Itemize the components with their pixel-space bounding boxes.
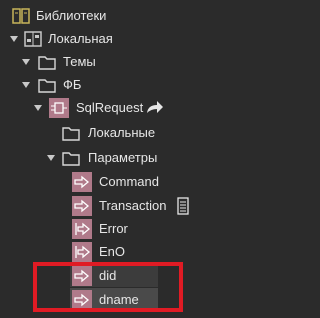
- input-param-icon: [72, 266, 92, 286]
- library-tree: Библиотеки Локальная Темы ФБ SqlRequest …: [0, 0, 274, 318]
- tree-node-label: dname: [99, 292, 139, 307]
- folder-icon: [38, 76, 56, 94]
- tree-node-params[interactable]: Параметры: [0, 146, 274, 169]
- tree-node-label: Локальная: [48, 31, 113, 46]
- input-param-icon: [72, 196, 92, 216]
- tree-node-library[interactable]: Библиотеки: [0, 4, 274, 27]
- tree-node-label: ФБ: [63, 77, 82, 92]
- function-block-icon: [49, 98, 69, 118]
- tree-node-label: Библиотеки: [36, 8, 107, 23]
- tree-node-fb[interactable]: ФБ: [0, 73, 274, 96]
- folder-icon: [62, 149, 80, 167]
- local-library-icon: [24, 30, 42, 48]
- tree-node-label: Параметры: [88, 150, 158, 165]
- expand-arrow-icon[interactable]: [47, 155, 55, 161]
- tree-node-label: Error: [99, 221, 128, 236]
- tree-node-label: Темы: [63, 54, 96, 69]
- library-icon: [12, 7, 30, 25]
- tree-node-sqlrequest[interactable]: SqlRequest: [0, 96, 274, 119]
- tree-node-param[interactable]: Error: [0, 217, 274, 240]
- tree-node-label: SqlRequest: [76, 100, 144, 115]
- expand-arrow-icon[interactable]: [34, 105, 42, 111]
- folder-icon: [62, 124, 80, 142]
- tree-node-local[interactable]: Локальная: [0, 27, 274, 50]
- output-param-icon: [72, 219, 92, 239]
- share-arrow-icon[interactable]: [145, 99, 165, 117]
- folder-icon: [38, 53, 56, 71]
- tree-node-label: EnO: [99, 244, 126, 259]
- input-param-icon: [72, 172, 92, 192]
- tree-node-locals[interactable]: Локальные: [0, 121, 274, 144]
- input-param-icon: [72, 290, 92, 310]
- tree-node-label: Transaction: [99, 198, 167, 213]
- tree-node-param[interactable]: Transaction: [0, 194, 274, 217]
- expand-arrow-icon[interactable]: [22, 59, 30, 65]
- tree-node-param[interactable]: EnO: [0, 240, 274, 263]
- tree-node-param[interactable]: dname: [70, 288, 158, 311]
- expand-arrow-icon[interactable]: [10, 36, 18, 42]
- tree-node-param[interactable]: did: [70, 264, 158, 287]
- tree-node-label: did: [99, 268, 117, 283]
- tree-node-label: Локальные: [88, 125, 156, 140]
- output-param-icon: [72, 242, 92, 262]
- expand-arrow-icon[interactable]: [22, 82, 30, 88]
- tree-node-topics[interactable]: Темы: [0, 50, 274, 73]
- tree-node-param[interactable]: Command: [0, 170, 274, 193]
- list-icon[interactable]: [175, 196, 191, 216]
- tree-node-label: Command: [99, 174, 159, 189]
